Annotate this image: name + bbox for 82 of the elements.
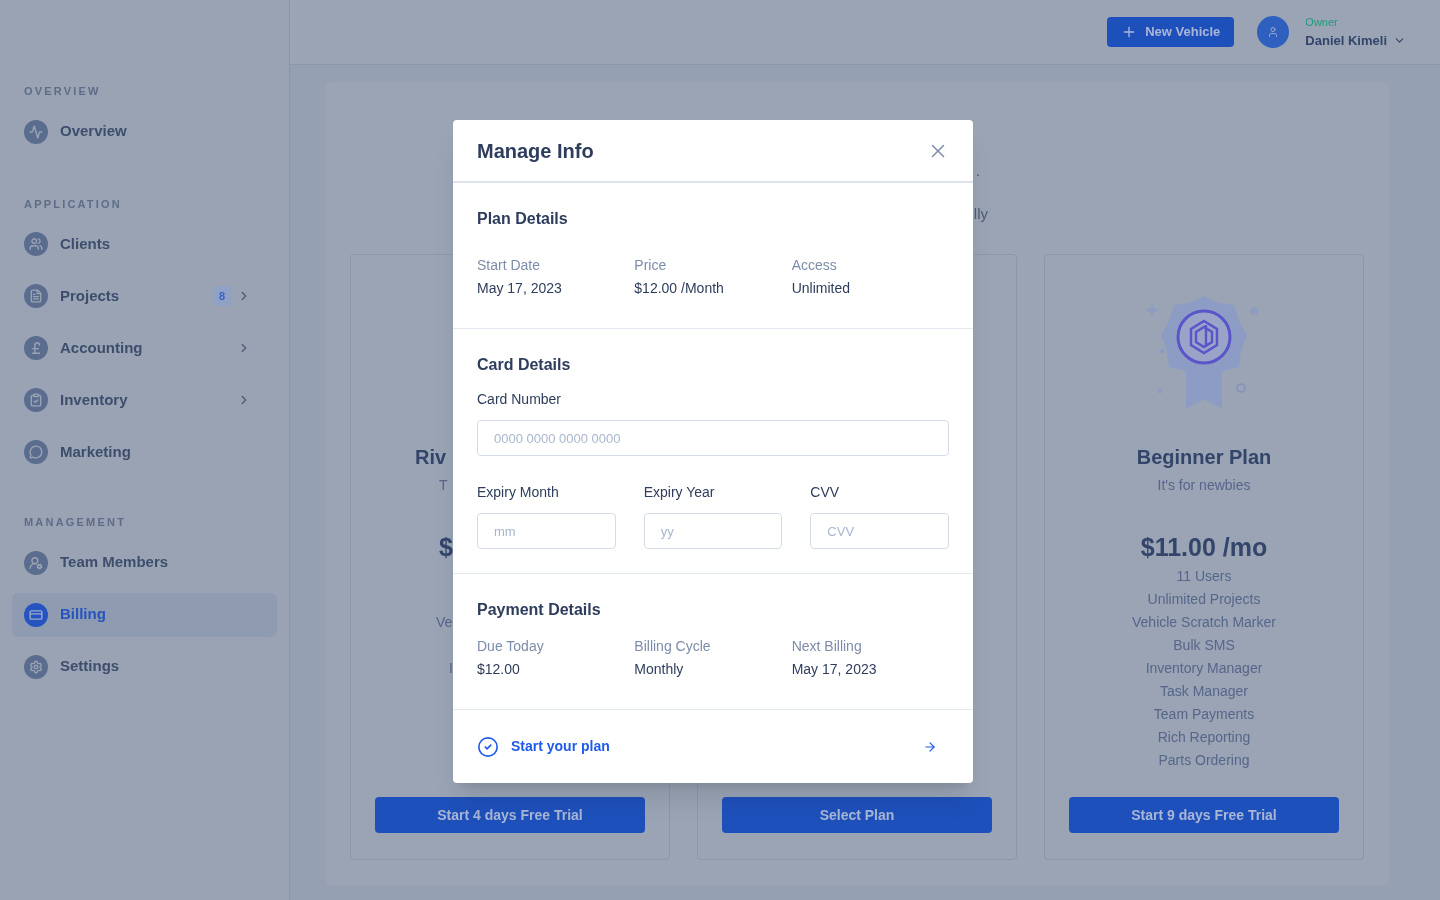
intro-text: . xyxy=(975,161,980,181)
nav-item[interactable]: Overview xyxy=(12,109,277,154)
section-heading: MANAGEMENT xyxy=(23,515,128,530)
info-label: Billing Cycle xyxy=(634,637,712,656)
start-plan-link[interactable]: Start your plan xyxy=(511,736,610,757)
plan-feature: Task Manager xyxy=(1160,682,1248,701)
plan-title: Beginner Plan xyxy=(1135,445,1273,469)
nav-label: Overview xyxy=(60,121,127,142)
plan-feature: Vehicle Scratch Marker xyxy=(1132,613,1276,632)
chat-bubble-icon xyxy=(24,440,48,464)
nav-label: Settings xyxy=(60,656,120,677)
settings-icon xyxy=(24,654,48,679)
nav-item[interactable]: Accounting xyxy=(12,326,277,370)
count-badge: 8 xyxy=(212,286,231,306)
check-circle-icon xyxy=(477,735,499,758)
nav-item[interactable]: Clients xyxy=(12,222,277,266)
nav-label: Projects xyxy=(60,285,120,306)
document-icon xyxy=(24,284,48,308)
pulse-icon xyxy=(24,119,48,144)
plan-subtitle: T xyxy=(439,476,448,495)
avatar-icon xyxy=(1257,16,1290,48)
plan-price: $11.00 /mo xyxy=(1139,532,1269,563)
nav-label: Team Members xyxy=(60,552,169,573)
user-role: Owner xyxy=(1305,15,1339,30)
nav-item[interactable]: Team Members xyxy=(12,540,277,585)
plan-button[interactable]: Start 4 days Free Trial xyxy=(375,797,645,833)
arrow-right-icon[interactable] xyxy=(923,739,937,754)
clipboard-icon xyxy=(24,388,48,412)
text-field[interactable]: yy xyxy=(643,513,783,549)
intro-text: lly xyxy=(973,203,988,224)
plan-feature: Unlimited Projects xyxy=(1147,590,1261,609)
text-field[interactable]: mm xyxy=(477,513,616,549)
plan-feature: Bulk SMS xyxy=(1173,636,1235,655)
section-heading: Card Details xyxy=(477,355,572,375)
plan-price: $ xyxy=(439,532,453,563)
section-heading: OVERVIEW xyxy=(23,84,102,99)
pound-icon xyxy=(24,336,48,360)
info-value: $12.00 xyxy=(477,660,521,679)
plan-feature: Parts Ordering xyxy=(1158,751,1250,770)
info-label: Access xyxy=(791,256,838,275)
nav-label: Inventory xyxy=(60,389,128,410)
field-label: Expiry Year xyxy=(643,483,716,502)
plan-subtitle: It's for newbies xyxy=(1156,476,1252,495)
user-name[interactable]: Daniel Kimeli xyxy=(1305,30,1387,50)
info-label: Due Today xyxy=(477,637,545,656)
info-value: May 17, 2023 xyxy=(477,279,563,298)
text-field[interactable]: CVV xyxy=(810,513,949,549)
info-label: Start Date xyxy=(477,256,542,275)
section-heading: Payment Details xyxy=(477,600,602,620)
info-label: Next Billing xyxy=(791,637,863,656)
plan-feature: Rich Reporting xyxy=(1157,728,1251,747)
plan-feature: 11 Users xyxy=(1176,567,1232,586)
nav-label: Clients xyxy=(60,233,110,254)
nav-item[interactable]: Inventory xyxy=(12,378,277,422)
dialog-title: Manage Info xyxy=(477,138,594,164)
plan-feature: Ve xyxy=(436,613,453,632)
new-vehicle-button[interactable]: New Vehicle xyxy=(1107,17,1235,47)
plan-feature: Team Payments xyxy=(1153,705,1255,724)
section-heading: Plan Details xyxy=(477,209,569,229)
info-value: May 17, 2023 xyxy=(791,660,878,679)
info-label: Price xyxy=(634,256,668,275)
card-icon xyxy=(24,602,48,627)
info-value: $12.00 /Month xyxy=(634,279,725,298)
field-label: CVV xyxy=(810,483,841,502)
section-heading: APPLICATION xyxy=(23,196,123,212)
plan-button[interactable]: Start 9 days Free Trial xyxy=(1069,797,1339,833)
info-value: Monthly xyxy=(634,660,685,679)
info-value: Unlimited xyxy=(791,279,851,298)
plan-title: Riv xyxy=(415,445,447,469)
plan-feature: Inventory Manager xyxy=(1145,659,1263,678)
nav-label: Marketing xyxy=(60,441,131,462)
card-number-field[interactable]: 0000 0000 0000 0000 xyxy=(477,420,949,456)
plan-button[interactable]: Select Plan xyxy=(722,797,992,833)
nav-item[interactable]: Marketing xyxy=(12,430,277,474)
nav-item[interactable]: Projects 8 xyxy=(12,274,277,318)
nav-item[interactable]: Settings xyxy=(12,644,277,689)
field-label: Expiry Month xyxy=(477,483,560,502)
people-icon xyxy=(24,232,48,256)
field-label: Card Number xyxy=(477,390,563,409)
nav-item[interactable]: Billing xyxy=(12,592,277,637)
nav-label: Accounting xyxy=(60,337,143,358)
nav-label: Billing xyxy=(60,604,106,625)
